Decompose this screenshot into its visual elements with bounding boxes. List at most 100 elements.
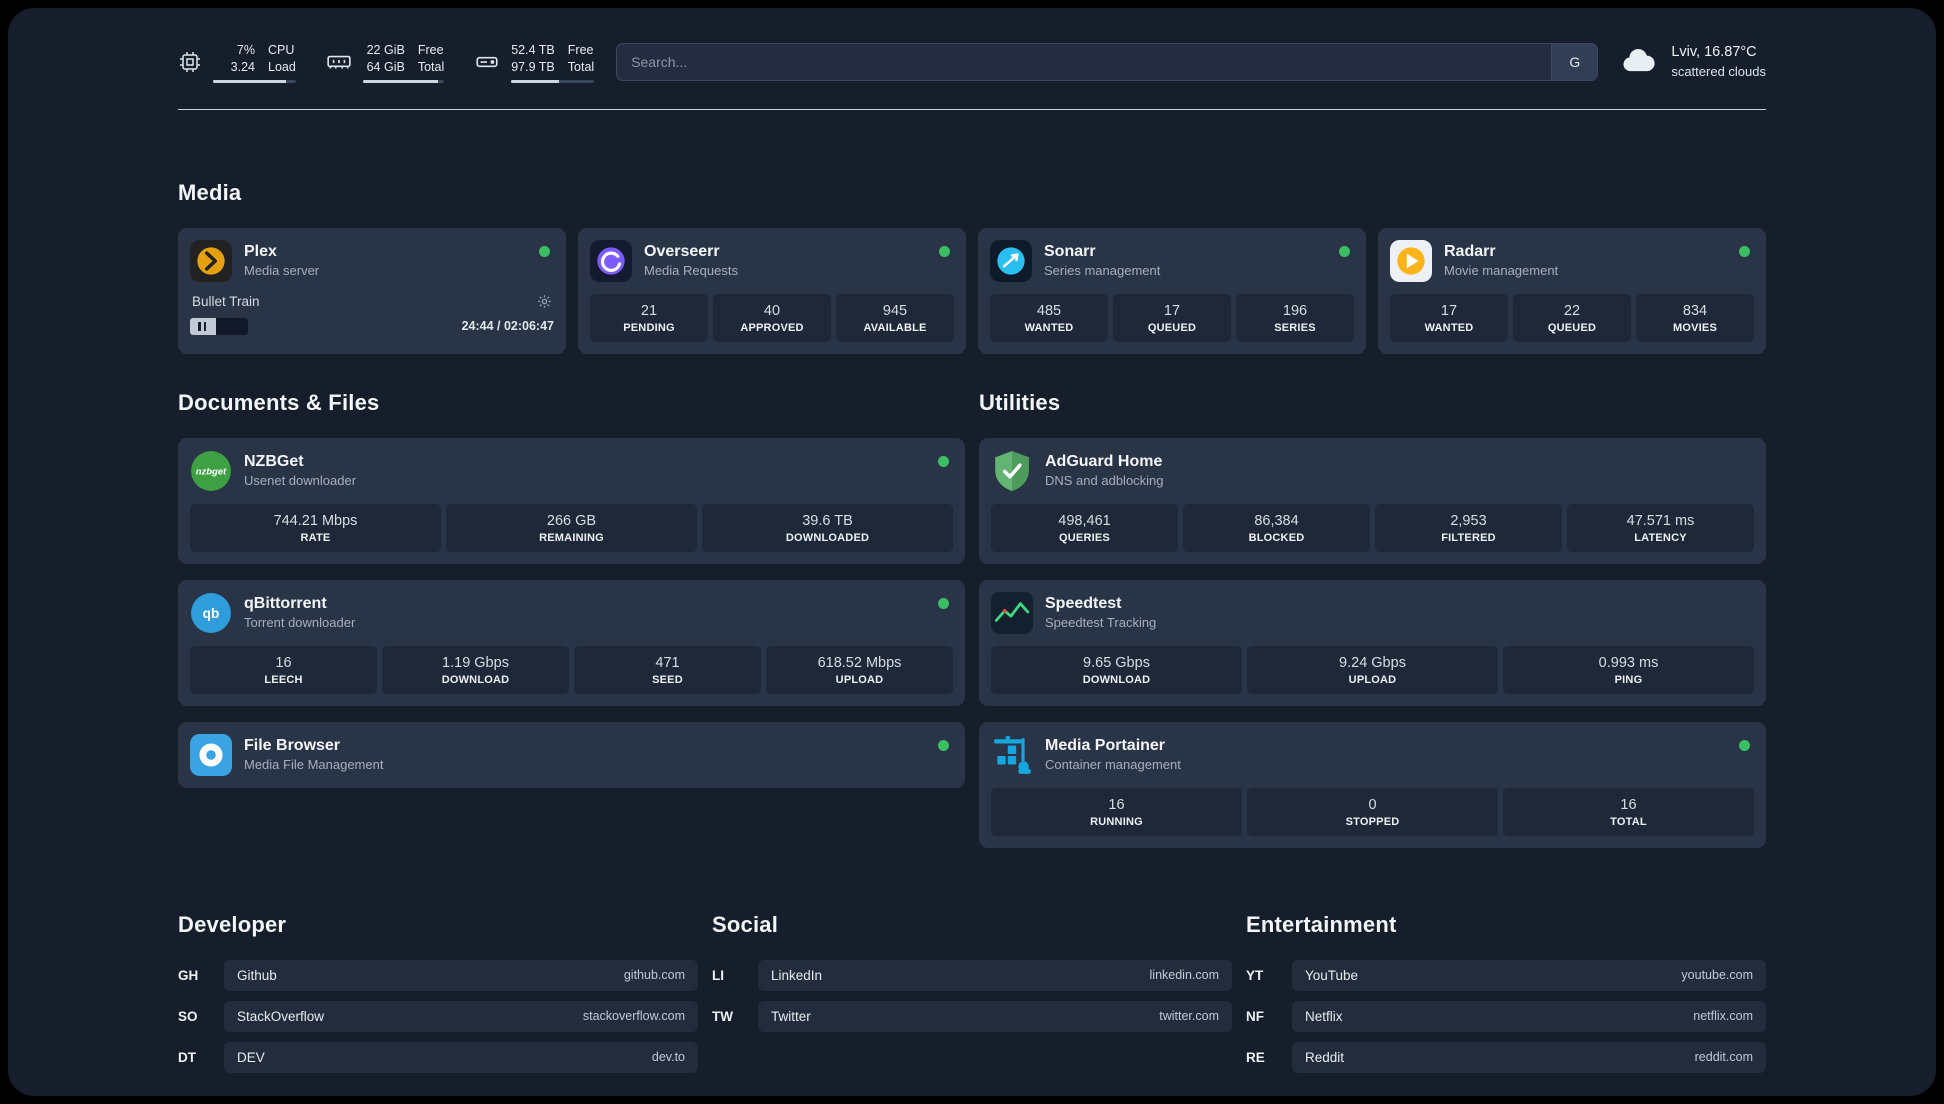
app-card-adguard[interactable]: AdGuard Home DNS and adblocking 498,461 … [979, 437, 1766, 564]
stat-tile: 744.21 Mbps RATE [190, 503, 441, 552]
stat-tile: 266 GB REMAINING [446, 503, 697, 552]
bookmark-link-github[interactable]: Github github.com [224, 959, 698, 991]
ram-free-value: 22 GiB [366, 43, 405, 57]
filebrowser-icon [190, 733, 232, 776]
app-card-plex[interactable]: Plex Media server Bullet Train 24:44 / 0… [178, 227, 566, 354]
bookmark-link-netflix[interactable]: Netflix netflix.com [1292, 1000, 1766, 1032]
app-card-qbittorrent[interactable]: qb qBittorrent Torrent downloader 16 LEE… [178, 579, 965, 706]
app-card-filebrowser[interactable]: File Browser Media File Management [178, 721, 965, 788]
app-card-overseerr[interactable]: Overseerr Media Requests 21 PENDING 40 A… [578, 227, 966, 354]
pause-icon [198, 321, 206, 331]
bookmark-name: Reddit [1305, 1049, 1345, 1065]
stat-tile: 0.993 ms PING [1503, 645, 1754, 694]
search-input[interactable] [617, 44, 1552, 81]
stat-tile: 471 SEED [574, 645, 761, 694]
status-dot [938, 739, 949, 751]
cpu-progress-bar [213, 79, 296, 83]
stat-tile: 17 WANTED [1390, 293, 1508, 342]
bookmark-abbr: TW [712, 1008, 733, 1024]
media-section: Media Plex Media server Bullet Train 24:… [178, 180, 1766, 354]
app-card-portainer[interactable]: Media Portainer Container management 16 … [979, 721, 1766, 848]
nzbget-icon: nzbget [190, 450, 232, 492]
app-name: Plex [244, 243, 277, 261]
stat-tile: 86,384 BLOCKED [1183, 503, 1370, 552]
section-title-entertainment: Entertainment [1246, 911, 1397, 937]
dashboard: 7% 3.24 CPU Load 22 GiB 64 GiB Free Tota… [8, 8, 1936, 1096]
app-name: Sonarr [1044, 243, 1096, 261]
stat-tile: 498,461 QUERIES [991, 503, 1178, 552]
bookmark-link-twitter[interactable]: Twitter twitter.com [758, 1000, 1232, 1032]
stat-tile: 40 APPROVED [713, 293, 831, 342]
svg-text:nzbget: nzbget [196, 466, 227, 477]
bookmark-abbr: SO [178, 1008, 198, 1024]
stat-tile: 0 STOPPED [1247, 787, 1498, 836]
bookmark-url: stackoverflow.com [582, 1009, 685, 1024]
bookmarks-entertainment: Entertainment YT YouTube youtube.com NF … [1246, 912, 1766, 1083]
bookmark-link-linkedin[interactable]: LinkedIn linkedin.com [758, 959, 1232, 991]
header-divider [178, 108, 1766, 110]
bookmark-name: LinkedIn [771, 967, 823, 983]
bookmark-link-reddit[interactable]: Reddit reddit.com [1292, 1041, 1766, 1073]
ram-free-label: Free [417, 43, 444, 57]
gear-icon[interactable] [537, 294, 552, 309]
utilities-section: Utilities AdGuard Home DNS and adblockin… [979, 390, 1766, 864]
stat-tile: 9.24 Gbps UPLOAD [1247, 645, 1498, 694]
app-subtitle: Container management [1045, 757, 1181, 773]
status-dot [1739, 739, 1750, 751]
bookmark-abbr: LI [712, 967, 724, 983]
app-card-speedtest[interactable]: Speedtest Speedtest Tracking 9.65 Gbps D… [979, 579, 1766, 706]
app-subtitle: Torrent downloader [244, 615, 356, 631]
disk-free-label: Free [567, 43, 594, 57]
app-subtitle: Media Requests [644, 263, 738, 279]
app-name: qBittorrent [244, 595, 327, 613]
pause-button[interactable] [190, 317, 248, 335]
app-subtitle: Usenet downloader [244, 473, 357, 489]
app-card-nzbget[interactable]: nzbget NZBGet Usenet downloader 744.21 M… [178, 437, 965, 564]
bookmark-abbr: YT [1246, 967, 1264, 983]
weather-widget[interactable]: Lviv, 16.87°C scattered clouds [1620, 42, 1766, 82]
ram-metric: 22 GiB 64 GiB Free Total [326, 42, 445, 83]
app-name: NZBGet [244, 453, 304, 471]
bookmark-url: dev.to [651, 1050, 685, 1065]
app-card-radarr[interactable]: Radarr Movie management 17 WANTED 22 QUE… [1378, 227, 1766, 354]
stat-tile: 22 QUEUED [1513, 293, 1631, 342]
ram-total-value: 64 GiB [366, 59, 405, 74]
radarr-icon [1390, 239, 1432, 282]
app-subtitle: Media File Management [244, 757, 384, 773]
stat-tile: 834 MOVIES [1636, 293, 1754, 342]
disk-total-label: Total [567, 59, 595, 74]
bookmark-name: Github [237, 967, 277, 983]
app-name: Media Portainer [1045, 737, 1166, 755]
section-title-media: Media [178, 179, 242, 205]
bookmark-name: DEV [237, 1049, 265, 1065]
app-name: Overseerr [644, 243, 720, 261]
search-engine-button[interactable]: G [1551, 44, 1598, 81]
bookmark-row: YT YouTube youtube.com [1246, 959, 1766, 991]
bookmark-row: DT DEV dev.to [178, 1041, 698, 1073]
bookmark-name: YouTube [1305, 967, 1359, 983]
bookmark-name: StackOverflow [237, 1008, 325, 1024]
speedtest-icon [991, 591, 1033, 634]
bookmark-row: RE Reddit reddit.com [1246, 1041, 1766, 1073]
bookmark-link-stackoverflow[interactable]: StackOverflow stackoverflow.com [224, 1000, 698, 1032]
cpu-icon [178, 50, 202, 74]
stat-tile: 47.571 ms LATENCY [1567, 503, 1754, 552]
overseerr-icon [590, 239, 632, 282]
bookmark-url: twitter.com [1159, 1009, 1219, 1024]
status-dot [939, 245, 950, 257]
ram-icon [326, 49, 352, 75]
app-name: Radarr [1444, 243, 1496, 261]
app-subtitle: Speedtest Tracking [1045, 615, 1157, 631]
bookmark-abbr: NF [1246, 1008, 1264, 1024]
bookmark-row: GH Github github.com [178, 959, 698, 991]
stat-tile: 39.6 TB DOWNLOADED [702, 503, 953, 552]
system-metrics: 7% 3.24 CPU Load 22 GiB 64 GiB Free Tota… [178, 42, 595, 83]
section-title-developer: Developer [178, 911, 287, 937]
bookmark-link-youtube[interactable]: YouTube youtube.com [1292, 959, 1766, 991]
bookmark-link-dev[interactable]: DEV dev.to [224, 1041, 698, 1073]
app-card-sonarr[interactable]: Sonarr Series management 485 WANTED 17 Q… [978, 227, 1366, 354]
stat-tile: 21 PENDING [590, 293, 708, 342]
bookmark-abbr: GH [178, 967, 199, 983]
bookmarks-social: Social LI LinkedIn linkedin.com TW Twitt… [712, 912, 1232, 1083]
search-bar: G [616, 43, 1599, 82]
